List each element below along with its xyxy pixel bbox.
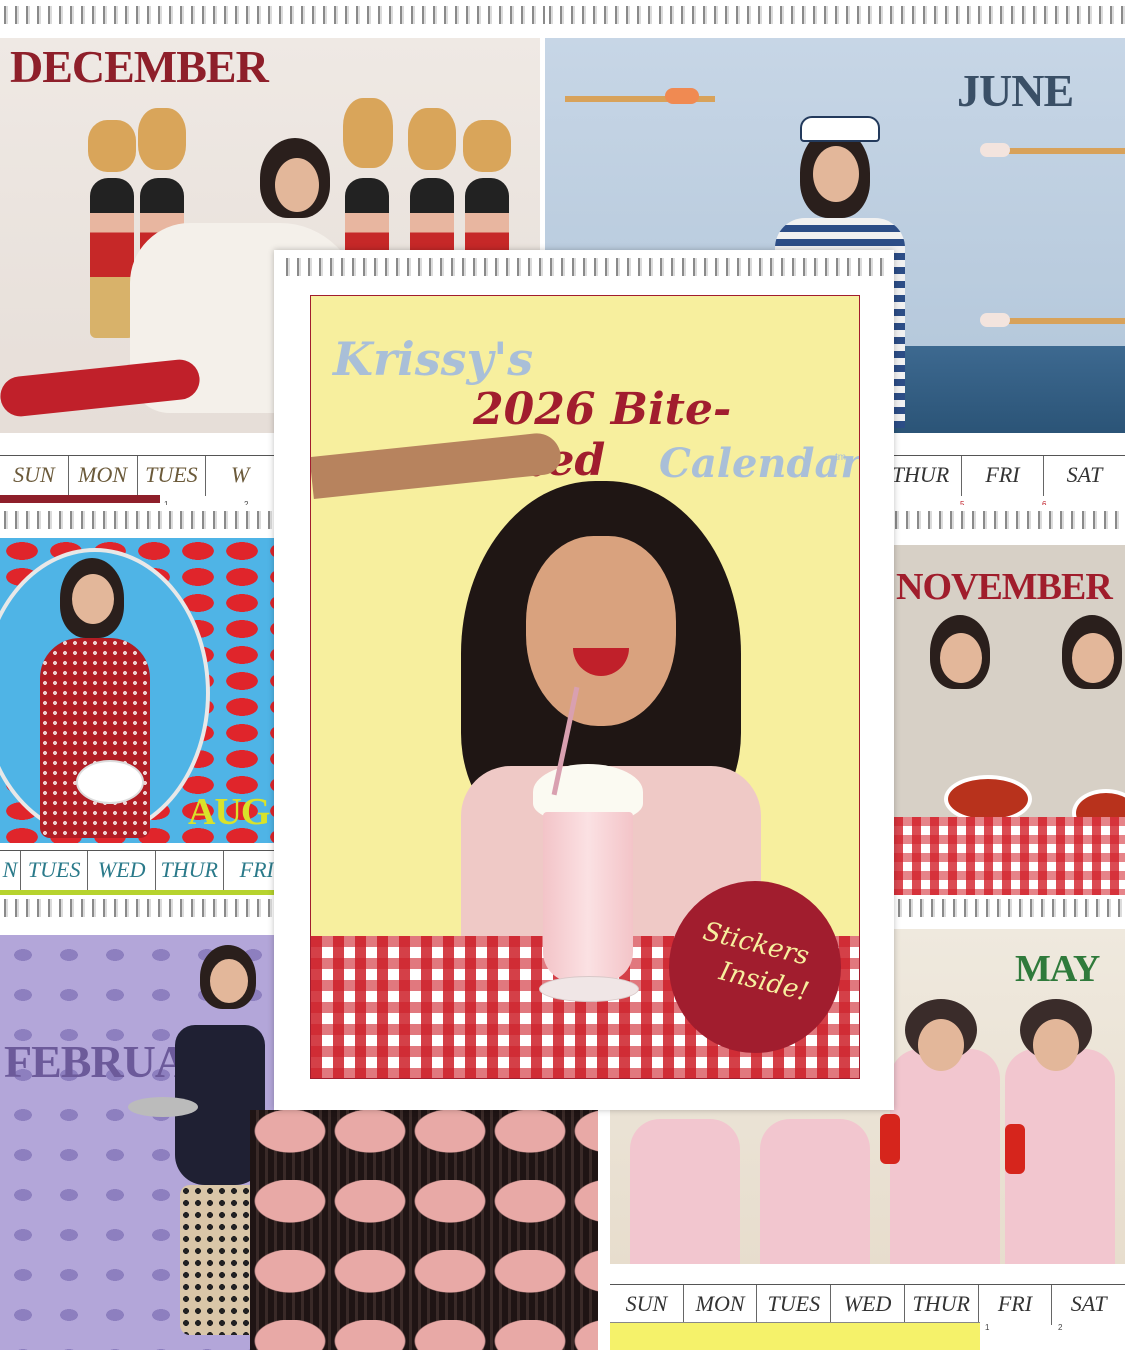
woman-figure (1072, 633, 1114, 683)
spiral-binding (0, 6, 560, 24)
sriracha-bottle (880, 1114, 900, 1164)
sailor-hat (800, 116, 880, 142)
month-title: NOVEMBER (896, 566, 1113, 608)
reaching-arm (311, 431, 563, 499)
weekday-header: SUN MON TUES WED THUR FRI SAT (610, 1284, 1125, 1325)
stickers-inside-badge: Stickers Inside! (669, 881, 841, 1053)
weekday-label: FRI (962, 456, 1044, 496)
weekday-label: WED (88, 851, 156, 891)
woman-figure (760, 1119, 870, 1264)
weekday-label: THUR (905, 1285, 979, 1325)
sushi (980, 143, 1010, 157)
woman-figure (918, 1019, 964, 1071)
weekday-label: SAT (1070, 1291, 1107, 1316)
month-title: AUG (188, 791, 270, 833)
month-title: MAY (1015, 948, 1100, 990)
weekday-label: THUR (156, 851, 224, 891)
august-calendar: AUG N TUES WED THUR FRI (0, 505, 290, 915)
calendar-cover: Krissy's 2026 Bite-Sized Calendar tm Sti… (274, 250, 894, 1110)
trademark-mark: tm (835, 452, 847, 463)
woman-figure (813, 146, 859, 202)
sushi (980, 313, 1010, 327)
weekday-header: SUN MON TUES W (0, 455, 275, 496)
weekday-label: FRI (979, 1285, 1053, 1325)
weekday-header: N TUES WED THUR FRI (0, 850, 290, 891)
cupcake-tray (128, 1097, 198, 1117)
month-title: JUNE (957, 65, 1074, 116)
pastry-stack (138, 108, 186, 170)
woman-figure (630, 1119, 740, 1264)
spiral-binding (282, 258, 886, 276)
pastry-stack (343, 98, 393, 168)
weekday-header: THUR FRI SAT (880, 455, 1125, 496)
pastry-stack (463, 120, 511, 172)
weekday-label: SUN (610, 1285, 684, 1325)
weekday-label: N (0, 851, 21, 891)
pastry-stack (408, 108, 456, 170)
weekday-label: W (206, 456, 275, 496)
gingham-tablecloth (894, 817, 1125, 897)
november-calendar: NOVEMBER (880, 505, 1125, 915)
glass-base (539, 976, 639, 1002)
spiral-binding (545, 6, 1125, 24)
weekday-label: SUN (0, 456, 69, 496)
weekday-label: TUES (21, 851, 89, 891)
sriracha-bottle (1005, 1124, 1025, 1174)
woman-figure (940, 633, 982, 683)
toy-soldier (90, 178, 134, 338)
weekday-label: MON (684, 1285, 758, 1325)
day-number: 1 (985, 1323, 990, 1332)
weekday-label: SAT (1066, 462, 1103, 487)
sushi (665, 88, 699, 104)
august-photo: AUG (0, 538, 290, 843)
woman-figure (1033, 1019, 1079, 1071)
woman-figure (890, 1049, 1000, 1264)
red-polka-dress (40, 638, 150, 838)
woman-face (526, 536, 676, 726)
cover-title-calendar: Calendar (659, 440, 860, 487)
november-photo: NOVEMBER (894, 545, 1125, 897)
woman-figure (210, 959, 248, 1003)
spiral-binding (880, 511, 1125, 529)
spiral-binding (883, 899, 1125, 917)
month-title: DECEMBER (10, 41, 269, 92)
color-strip (0, 495, 160, 503)
day-number: 2 (1058, 1323, 1063, 1332)
cover-photo: Krissy's 2026 Bite-Sized Calendar tm Sti… (310, 295, 860, 1079)
spaghetti-plate (944, 775, 1032, 823)
weekday-label: MON (69, 456, 138, 496)
cupcake-pile (250, 1110, 600, 1350)
weekday-label: WED (831, 1285, 905, 1325)
patterned-tights (180, 1185, 260, 1335)
cover-title-krissys: Krissy's (333, 332, 534, 386)
weekday-label: TUES (138, 456, 207, 496)
plate-of-fries (76, 760, 144, 804)
woman-figure (72, 574, 114, 624)
milkshake-glass (543, 812, 633, 982)
woman-figure (275, 158, 319, 212)
spiral-binding (0, 511, 290, 529)
pastry-stack (88, 120, 136, 172)
highlighted-week-row (610, 1322, 980, 1350)
weekday-label: TUES (757, 1285, 832, 1325)
